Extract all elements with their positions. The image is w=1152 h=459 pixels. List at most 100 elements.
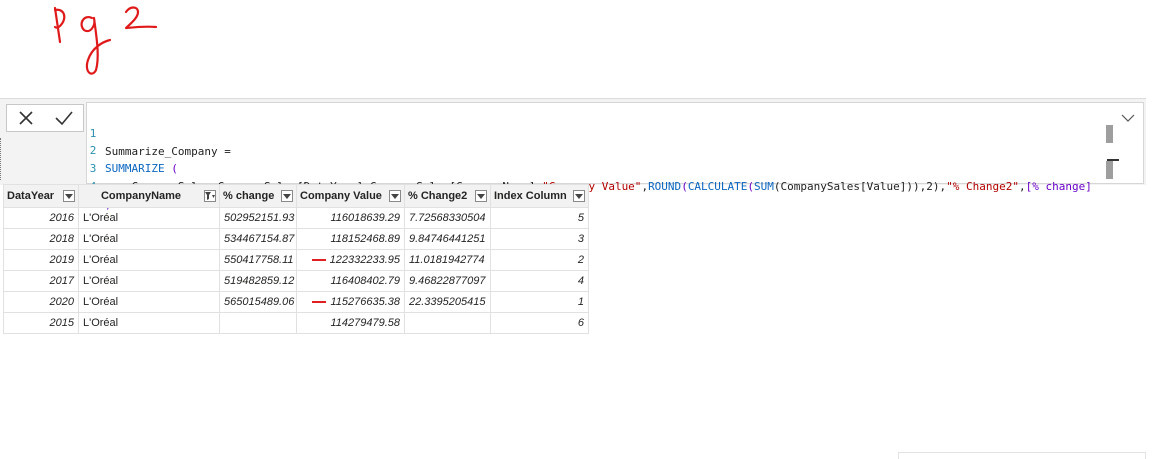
cell-value: L'Oréal xyxy=(83,296,119,308)
cell-value: 2016 xyxy=(49,212,74,224)
data-table: DataYear CompanyName % change Company Value… xyxy=(3,184,589,334)
scrollbar-thumb[interactable] xyxy=(1106,125,1113,143)
divider xyxy=(0,138,3,180)
cell-value: 502952151.93 xyxy=(224,212,295,224)
pct-change2-cell: 9.84746441251 xyxy=(404,228,491,250)
pct-change2-cell: 11.0181942774 xyxy=(404,249,491,271)
year-cell: 2019 xyxy=(3,249,79,271)
cell-value: 2019 xyxy=(49,254,74,266)
pct-change-cell: 565015489.06 xyxy=(219,291,297,313)
cell-value: 534467154.87 xyxy=(224,233,295,245)
year-cell: 2015 xyxy=(3,312,79,334)
dropdown-icon[interactable] xyxy=(389,190,401,202)
index-cell: 2 xyxy=(490,249,589,271)
company-value-cell: 116018639.29 xyxy=(296,207,405,229)
table-row[interactable]: 2019 L'Oréal 550417758.11 122332233.95 11.01… xyxy=(3,249,589,271)
scrollbar-thumb[interactable] xyxy=(1106,161,1113,179)
table-row[interactable]: 2015 L'Oréal 114279479.58 6 xyxy=(3,312,589,334)
cell-value: 9.46822877097 xyxy=(409,275,486,287)
column-header-label: CompanyName xyxy=(100,190,182,202)
cell-value: 2017 xyxy=(49,275,74,287)
column-header-label: Index Column xyxy=(494,190,567,202)
chevron-down-icon[interactable] xyxy=(1119,109,1137,127)
code-line-4: 4 ) xyxy=(87,160,114,211)
code-text: Summarize_Company = xyxy=(105,145,231,158)
cell-value: 9.84746441251 xyxy=(409,233,486,245)
index-cell: 3 xyxy=(490,228,589,250)
column-header[interactable]: % change xyxy=(219,184,297,208)
company-value-cell: 116408402.79 xyxy=(296,270,405,292)
paren: ( xyxy=(164,162,178,175)
company-value-cell: 115276635.38 xyxy=(296,291,405,313)
checkmark-icon[interactable] xyxy=(49,106,79,130)
dropdown-icon[interactable] xyxy=(475,190,487,202)
cell-value: 118152468.89 xyxy=(330,233,400,245)
handwritten-annotation xyxy=(53,6,158,75)
company-cell: L'Oréal xyxy=(78,249,220,271)
dax-formula-editor[interactable]: 1 Summarize_Company = 2 SUMMARIZE ( 3 Co… xyxy=(86,102,1144,211)
cell-value: 11.0181942774 xyxy=(409,254,485,266)
cell-value: 3 xyxy=(577,233,584,245)
code-token: ROUND xyxy=(648,180,682,193)
index-cell: 5 xyxy=(490,207,589,229)
index-cell: 6 xyxy=(490,312,589,334)
company-cell: L'Oréal xyxy=(78,291,220,313)
pct-change2-cell: 7.72568330504 xyxy=(404,207,491,229)
cell-value: 116018639.29 xyxy=(330,212,400,224)
cell-value: L'Oréal xyxy=(83,254,119,266)
cell-value: 114279479.58 xyxy=(330,317,400,329)
code-token: SUM xyxy=(754,180,774,193)
dropdown-icon[interactable] xyxy=(573,190,585,202)
column-header-label: DataYear xyxy=(7,190,55,202)
column-header[interactable]: Company Value xyxy=(296,184,405,208)
dropdown-icon[interactable] xyxy=(63,190,75,202)
code-token: CALCULATE xyxy=(687,180,748,193)
table-header-row: DataYear CompanyName % change Company Value… xyxy=(3,184,589,208)
cell-value: 2015 xyxy=(49,317,74,329)
column-header-label: % Change2 xyxy=(408,190,468,202)
cell-value: 22.3395205415 xyxy=(409,296,486,308)
pct-change2-cell xyxy=(404,312,491,334)
column-header-label: % change xyxy=(223,190,275,202)
cell-value: 116408402.79 xyxy=(330,275,400,287)
column-header[interactable]: DataYear xyxy=(3,184,79,208)
cell-value: L'Oréal xyxy=(83,233,119,245)
close-icon[interactable] xyxy=(11,106,41,130)
table-row[interactable]: 2018 L'Oréal 534467154.87 118152468.89 9.847… xyxy=(3,228,589,250)
code-line-1: 1 Summarize_Company = xyxy=(87,107,231,158)
filter-dropdown-icon[interactable] xyxy=(204,190,216,202)
company-value-cell: 118152468.89 xyxy=(296,228,405,250)
keyword: SUMMARIZE xyxy=(105,162,165,175)
cell-value: L'Oréal xyxy=(83,317,119,329)
column-header-label: Company Value xyxy=(300,190,382,202)
index-cell: 4 xyxy=(490,270,589,292)
pct-change-cell xyxy=(219,312,297,334)
pct-change-cell: 502952151.93 xyxy=(219,207,297,229)
code-text: SUMMARIZE ( xyxy=(105,160,178,178)
index-cell: 1 xyxy=(490,291,589,313)
column-header[interactable]: Index Column xyxy=(490,184,589,208)
year-cell: 2017 xyxy=(3,270,79,292)
company-cell: L'Oréal xyxy=(78,312,220,334)
cell-value: 2020 xyxy=(49,296,74,308)
year-cell: 2016 xyxy=(3,207,79,229)
table-row[interactable]: 2020 L'Oréal 565015489.06 115276635.38 22.33… xyxy=(3,291,589,313)
company-cell: L'Oréal xyxy=(78,207,220,229)
code-token: ( xyxy=(681,180,688,193)
company-cell: L'Oréal xyxy=(78,270,220,292)
pct-change-cell: 519482859.12 xyxy=(219,270,297,292)
table-body: 2016 L'Oréal 502952151.93 116018639.29 7.725… xyxy=(3,207,589,334)
cell-value: L'Oréal xyxy=(83,275,119,287)
year-cell: 2018 xyxy=(3,228,79,250)
cell-value: 4 xyxy=(577,275,584,287)
cell-value: 550417758.11 xyxy=(224,254,294,266)
company-cell: L'Oréal xyxy=(78,228,220,250)
pct-change-cell: 550417758.11 xyxy=(219,249,297,271)
cell-value: 1 xyxy=(577,296,584,308)
table-row[interactable]: 2016 L'Oréal 502952151.93 116018639.29 7.725… xyxy=(3,207,589,229)
dropdown-icon[interactable] xyxy=(281,190,293,202)
formula-bar-buttons xyxy=(6,104,84,132)
column-header[interactable]: % Change2 xyxy=(404,184,491,208)
column-header[interactable]: CompanyName xyxy=(78,184,220,208)
table-row[interactable]: 2017 L'Oréal 519482859.12 116408402.79 9.468… xyxy=(3,270,589,292)
